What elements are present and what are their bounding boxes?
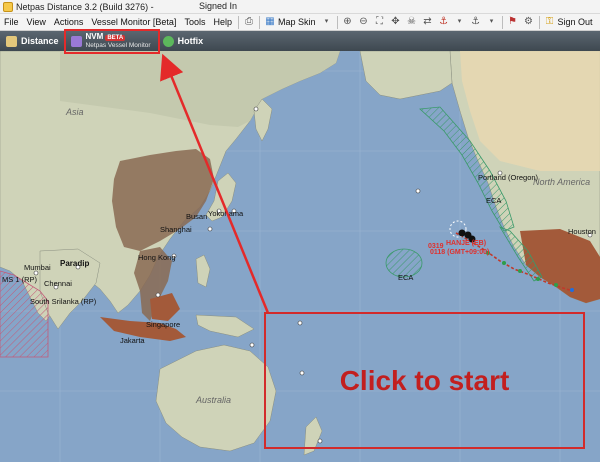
- anchor-icon[interactable]: ⚓: [470, 16, 482, 28]
- flag-icon[interactable]: ⚑: [507, 16, 519, 28]
- tab-distance[interactable]: Distance: [0, 32, 65, 50]
- eca-north-label: ECA: [486, 196, 502, 205]
- mumbai-label: Mumbai: [24, 263, 51, 272]
- app-icon: [3, 1, 13, 12]
- chevron-down-icon[interactable]: ▾: [321, 16, 333, 28]
- chevron-down-icon[interactable]: ▾: [454, 16, 466, 28]
- paradip-label: Paradip: [60, 259, 90, 268]
- singapore-label: Singapore: [146, 320, 181, 329]
- australia-label: Australia: [196, 395, 232, 405]
- hotfix-icon: [162, 35, 174, 47]
- portland-label: Portland (Oregon): [478, 173, 539, 182]
- menu-file[interactable]: File: [0, 17, 23, 27]
- pirate-icon[interactable]: ☠: [406, 16, 418, 28]
- menu-vessel-monitor[interactable]: Vessel Monitor [Beta]: [87, 17, 180, 27]
- toolbar-separator: [258, 15, 260, 29]
- ship-icon[interactable]: ⚓: [438, 16, 450, 28]
- click-to-start-text: Click to start: [339, 364, 510, 396]
- window-title: Netpas Distance 3.2 (Build 3276) -: [16, 1, 154, 12]
- menu-actions[interactable]: Actions: [50, 17, 88, 27]
- yokohama-label: Yokohama: [208, 209, 244, 218]
- toolbar-separator: [336, 15, 338, 29]
- new-guinea: [195, 314, 255, 338]
- menu-view[interactable]: View: [23, 17, 50, 27]
- rp-label: MS 1 (RP): [2, 275, 38, 284]
- hong-kong-label: Hong Kong: [138, 253, 176, 262]
- eca-hawaii-label: ECA: [398, 273, 414, 282]
- key-icon[interactable]: ⚿: [544, 16, 556, 28]
- vessel-name-label[interactable]: HANJE (EB): [446, 240, 486, 247]
- jakarta-label: Jakarta: [120, 336, 145, 345]
- zoom-out-icon[interactable]: ⊖: [358, 16, 370, 28]
- signed-in-status: Signed In: [199, 1, 238, 11]
- busan-label: Busan: [186, 212, 208, 221]
- zoom-in-icon[interactable]: ⊕: [342, 16, 354, 28]
- asia-label: Asia: [66, 107, 84, 117]
- menu-tools[interactable]: Tools: [180, 17, 209, 27]
- click-to-start-callout[interactable]: Click to start: [264, 312, 585, 449]
- philippines: [195, 254, 211, 288]
- distance-icon: [6, 35, 17, 47]
- zoom-fit-icon[interactable]: ⛶: [374, 16, 386, 28]
- tab-distance-label: Distance: [21, 36, 59, 46]
- pan-icon[interactable]: ✥: [390, 16, 402, 28]
- toolbar-separator: [538, 15, 540, 29]
- tab-hotfix[interactable]: Hotfix: [157, 32, 210, 50]
- china-region: [112, 149, 214, 251]
- tab-hotfix-label: Hotfix: [177, 36, 204, 46]
- chennai-label: Chennai: [44, 279, 72, 288]
- map-skin-button[interactable]: Map Skin: [278, 17, 316, 27]
- sign-out-button[interactable]: Sign Out: [558, 17, 593, 27]
- vessel-time-label: 0118 (GMT+09:00): [430, 249, 490, 256]
- map-skin-icon[interactable]: ▦: [264, 16, 276, 28]
- alaska: [359, 51, 453, 100]
- north-america-label: North America: [533, 177, 591, 187]
- houston-label: Houston: [568, 227, 596, 236]
- menu-help[interactable]: Help: [209, 17, 236, 27]
- toolbar-separator: [501, 15, 503, 29]
- settings-icon[interactable]: ⚙: [523, 16, 535, 28]
- toolbar-separator: [237, 15, 239, 29]
- south-srilanka-label: South Srilanka (RP): [30, 297, 97, 306]
- chevron-down-icon[interactable]: ▾: [486, 16, 498, 28]
- shanghai-label: Shanghai: [160, 225, 192, 234]
- nvm-tab-highlight: [64, 29, 160, 54]
- print-icon[interactable]: ⎙: [243, 16, 255, 28]
- route-icon[interactable]: ⇄: [422, 16, 434, 28]
- title-bar: Netpas Distance 3.2 (Build 3276) - Signe…: [0, 0, 600, 14]
